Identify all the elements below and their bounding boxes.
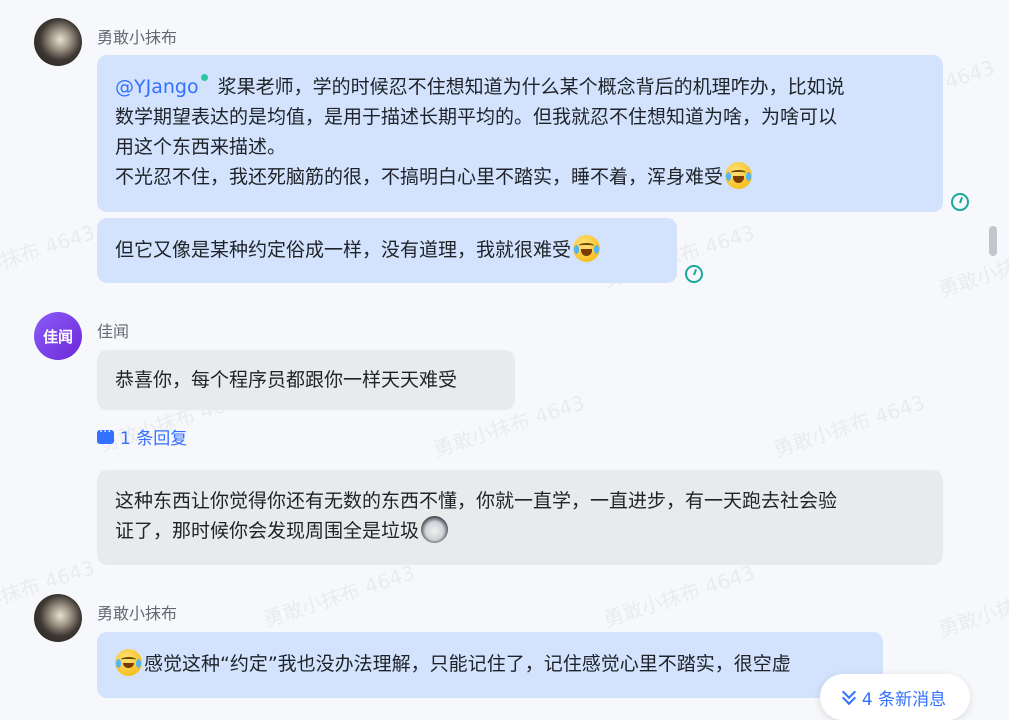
scrollbar-thumb[interactable] xyxy=(989,226,997,256)
message-bubble[interactable]: 恭喜你，每个程序员都跟你一样天天难受 xyxy=(97,350,515,410)
reply-bubble-icon xyxy=(97,425,114,444)
laughing-crying-emoji-icon xyxy=(573,235,601,262)
message-text: 感觉这种“约定”我也没办法理解，只能记住了，记住感觉心里不踏实，很空虚 xyxy=(144,653,791,675)
sender-name[interactable]: 佳闻 xyxy=(97,318,129,342)
message-bubble[interactable]: 感觉这种“约定”我也没办法理解，只能记住了，记住感觉心里不踏实，很空虚 xyxy=(97,632,883,698)
message-bubble[interactable]: 但它又像是某种约定俗成一样，没有道理，我就很难受 xyxy=(97,218,677,283)
crying-emoji-icon xyxy=(115,649,142,676)
watermark: 勇敢小抹布 4643 xyxy=(260,560,418,632)
sender-name[interactable]: 勇敢小抹布 xyxy=(97,24,177,48)
new-messages-label: 4 条新消息 xyxy=(861,689,947,710)
dog-emoji-icon xyxy=(421,516,449,543)
message-text: 但它又像是某种约定俗成一样，没有道理，我就很难受 xyxy=(115,239,572,261)
message-text: 不光忍不住，我还死脑筋的很，不搞明白心里不踏实，睡不着，浑身难受 xyxy=(115,166,724,188)
message-line: 这种东西让你觉得你还有无数的东西不懂，你就一直学，一直进步，有一天跑去社会验 xyxy=(115,490,838,512)
message-line: 数学期望表达的是均值，是用于描述长期平均的。但我就忍不住想知道为啥，为啥可以 xyxy=(115,106,838,128)
laughing-crying-emoji-icon xyxy=(725,162,753,189)
avatar[interactable] xyxy=(34,18,82,66)
message-line: @YJango 浆果老师，学的时候忍不住想知道为什么某个概念背后的机理咋办，比如说 xyxy=(115,72,925,102)
clock-icon xyxy=(685,265,703,283)
clock-icon xyxy=(951,193,969,211)
watermark: 勇敢小抹布 4643 xyxy=(600,560,758,632)
double-chevron-down-icon xyxy=(841,684,856,706)
avatar[interactable]: 佳闻 xyxy=(34,312,82,360)
sender-name[interactable]: 勇敢小抹布 xyxy=(97,600,177,624)
message-line: 不光忍不住，我还死脑筋的很，不搞明白心里不踏实，睡不着，浑身难受 xyxy=(115,162,925,192)
message-bubble[interactable]: 这种东西让你觉得你还有无数的东西不懂，你就一直学，一直进步，有一天跑去社会验 证… xyxy=(97,470,943,565)
message-text: 证了，那时候你会发现周围全是垃圾 xyxy=(115,520,420,542)
watermark: 勇敢小抹布 4643 xyxy=(770,390,928,462)
online-status-dot xyxy=(200,74,208,81)
reply-count: 1 条回复 xyxy=(120,429,188,449)
message-text: 浆果老师，学的时候忍不住想知道为什么某个概念背后的机理咋办，比如说 xyxy=(217,76,845,98)
message-text: 恭喜你，每个程序员都跟你一样天天难受 xyxy=(115,369,458,391)
scrollbar-track[interactable] xyxy=(987,0,1009,716)
watermark: 勇敢小抹布 4643 xyxy=(0,220,98,292)
mention-link[interactable]: @YJango xyxy=(115,76,199,98)
thread-replies-link[interactable]: 1 条回复 xyxy=(97,424,187,449)
message-line: 用这个东西来描述。 xyxy=(115,136,287,158)
message-bubble[interactable]: @YJango 浆果老师，学的时候忍不住想知道为什么某个概念背后的机理咋办，比如说… xyxy=(97,55,943,212)
new-messages-button[interactable]: 4 条新消息 xyxy=(820,674,970,720)
avatar[interactable] xyxy=(34,594,82,642)
